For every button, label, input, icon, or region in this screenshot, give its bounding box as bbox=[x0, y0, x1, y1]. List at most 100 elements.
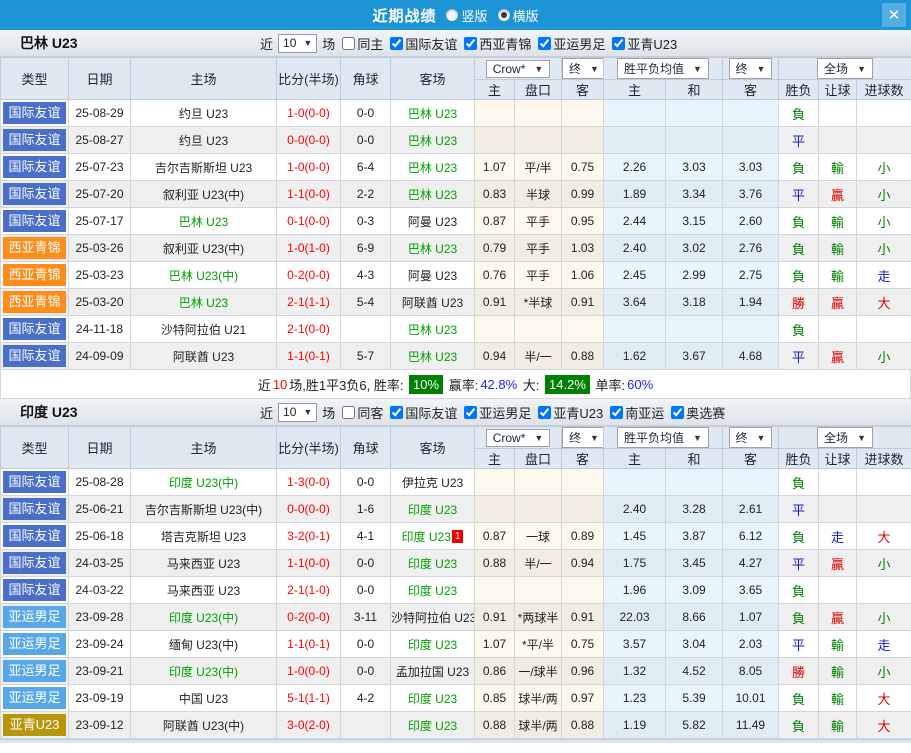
league-checkbox[interactable] bbox=[390, 406, 403, 419]
result-handicap: 贏 bbox=[819, 289, 857, 316]
league-type-badge: 西亚青锦 bbox=[3, 291, 66, 313]
euro-away-odds: 6.12 bbox=[723, 523, 779, 550]
dropdown-label: 终 bbox=[736, 60, 748, 77]
final-odds-select[interactable]: 终▼ bbox=[729, 58, 773, 79]
euro-away-odds: 2.76 bbox=[723, 235, 779, 262]
result-handicap: 輸 bbox=[819, 685, 857, 712]
match-count-select[interactable]: 10 ▼ bbox=[278, 34, 317, 53]
same-side-checkbox[interactable] bbox=[342, 406, 355, 419]
league-checkbox[interactable] bbox=[464, 37, 477, 50]
result-goals bbox=[857, 496, 911, 523]
chevron-down-icon: ▼ bbox=[857, 433, 866, 443]
match-date: 24-11-18 bbox=[69, 316, 131, 343]
dropdown-label: 终 bbox=[569, 60, 581, 77]
corner-score: 2-2 bbox=[341, 181, 391, 208]
asia-away-odds bbox=[562, 100, 604, 127]
away-team: 巴林 U23 bbox=[391, 100, 475, 127]
league-checkbox[interactable] bbox=[390, 37, 403, 50]
close-icon[interactable]: ✕ bbox=[882, 3, 906, 27]
summary-part: 单率: bbox=[592, 375, 625, 394]
league-checkbox[interactable] bbox=[538, 406, 551, 419]
league-filter[interactable]: 亚青U23 bbox=[531, 403, 603, 422]
league-checkbox[interactable] bbox=[610, 406, 623, 419]
same-side-checkbox[interactable] bbox=[342, 37, 355, 50]
league-type-badge: 国际友谊 bbox=[3, 471, 66, 493]
result-handicap: 走 bbox=[819, 523, 857, 550]
league-filter[interactable]: 奥选赛 bbox=[664, 403, 725, 422]
euro-draw-odds: 3.15 bbox=[666, 208, 723, 235]
subcolumn-header: 让球 bbox=[819, 449, 857, 469]
odds-source-select[interactable]: Crow*▼ bbox=[486, 60, 551, 78]
layout-radio-horizontal[interactable]: 横版 bbox=[498, 6, 539, 25]
asia-home-odds: 1.07 bbox=[475, 631, 515, 658]
result-goals: 走 bbox=[857, 631, 911, 658]
summary-part: 场,胜1平3负6, 胜率: bbox=[289, 375, 407, 394]
home-team: 沙特阿拉伯 U21 bbox=[131, 316, 277, 343]
same-side-filter[interactable]: 同主 bbox=[335, 34, 383, 53]
result-handicap bbox=[819, 316, 857, 343]
league-checkbox[interactable] bbox=[671, 406, 684, 419]
league-filter[interactable]: 亚运男足 bbox=[531, 34, 605, 53]
league-checkbox[interactable] bbox=[538, 37, 551, 50]
result-outcome: 負 bbox=[779, 316, 819, 343]
home-team-name: 叙利亚 U23(中) bbox=[163, 242, 244, 256]
away-team: 伊拉克 U23 bbox=[391, 469, 475, 496]
euro-away-odds: 3.03 bbox=[723, 154, 779, 181]
final-odds-select[interactable]: 终▼ bbox=[729, 427, 773, 448]
summary-part: 42.8% bbox=[480, 377, 517, 392]
asia-away-odds: 0.95 bbox=[562, 208, 604, 235]
layout-radio-vertical[interactable]: 竖版 bbox=[446, 6, 487, 25]
match-row: 亚运男足23-09-28印度 U23(中)0-2(0-0)3-11沙特阿拉伯 U… bbox=[1, 604, 911, 631]
league-checkbox[interactable] bbox=[612, 37, 625, 50]
fulltime-select[interactable]: 全场▼ bbox=[817, 58, 873, 79]
result-handicap: 輸 bbox=[819, 235, 857, 262]
result-goals: 小 bbox=[857, 343, 911, 370]
league-filter[interactable]: 亚青U23 bbox=[605, 34, 677, 53]
asia-away-odds bbox=[562, 127, 604, 154]
radio-label: 竖版 bbox=[461, 6, 487, 25]
league-filter[interactable]: 亚运男足 bbox=[457, 403, 531, 422]
summary-part: 赢率: bbox=[445, 375, 478, 394]
result-outcome: 負 bbox=[779, 154, 819, 181]
subcolumn-header: 客 bbox=[723, 449, 779, 469]
match-type: 国际友谊 bbox=[1, 181, 69, 208]
league-filter[interactable]: 南亚运 bbox=[603, 403, 664, 422]
league-label: 南亚运 bbox=[625, 403, 664, 422]
radio-icon[interactable] bbox=[446, 9, 458, 21]
league-filter[interactable]: 国际友谊 bbox=[383, 34, 457, 53]
away-team-name: 印度 U23 bbox=[408, 692, 457, 706]
home-team-name: 印度 U23(中) bbox=[169, 611, 238, 625]
result-outcome: 勝 bbox=[779, 289, 819, 316]
home-team-name: 吉尔吉斯斯坦 U23(中) bbox=[145, 503, 262, 517]
result-handicap: 輸 bbox=[819, 631, 857, 658]
euro-draw-odds: 3.87 bbox=[666, 523, 723, 550]
odds-source-select[interactable]: Crow*▼ bbox=[486, 429, 551, 447]
result-outcome: 平 bbox=[779, 550, 819, 577]
league-filter[interactable]: 国际友谊 bbox=[383, 403, 457, 422]
result-goals: 大 bbox=[857, 289, 911, 316]
near-label: 近 bbox=[260, 34, 273, 53]
chevron-down-icon: ▼ bbox=[590, 433, 599, 443]
fulltime-select[interactable]: 全场 ▼ bbox=[817, 427, 873, 448]
europe-mean-select[interactable]: 胜平负均值▼ bbox=[617, 58, 709, 79]
final-odds-select[interactable]: 终▼ bbox=[562, 427, 604, 448]
league-checkbox[interactable] bbox=[464, 406, 477, 419]
dropdown-label: 全场 bbox=[824, 429, 848, 446]
match-count-select[interactable]: 10 ▼ bbox=[278, 403, 317, 422]
dropdown-label: 胜平负均值 bbox=[624, 429, 684, 446]
corner-score: 6-9 bbox=[341, 235, 391, 262]
euro-away-odds bbox=[723, 127, 779, 154]
asia-handicap: 半球 bbox=[515, 181, 562, 208]
euro-home-odds: 2.26 bbox=[604, 154, 666, 181]
same-side-filter[interactable]: 同客 bbox=[335, 403, 383, 422]
corner-score: 0-0 bbox=[341, 658, 391, 685]
europe-mean-select[interactable]: 胜平负均值▼ bbox=[617, 427, 709, 448]
radio-icon[interactable] bbox=[498, 9, 510, 21]
result-outcome: 負 bbox=[779, 577, 819, 604]
league-type-badge: 国际友谊 bbox=[3, 345, 66, 367]
corner-score bbox=[341, 316, 391, 343]
league-filters: 国际友谊亚运男足亚青U23 南亚运奥选赛 bbox=[383, 403, 725, 422]
column-header: 客场 bbox=[391, 427, 475, 469]
final-odds-select[interactable]: 终▼ bbox=[562, 58, 604, 79]
league-filter[interactable]: 西亚青锦 bbox=[457, 34, 531, 53]
